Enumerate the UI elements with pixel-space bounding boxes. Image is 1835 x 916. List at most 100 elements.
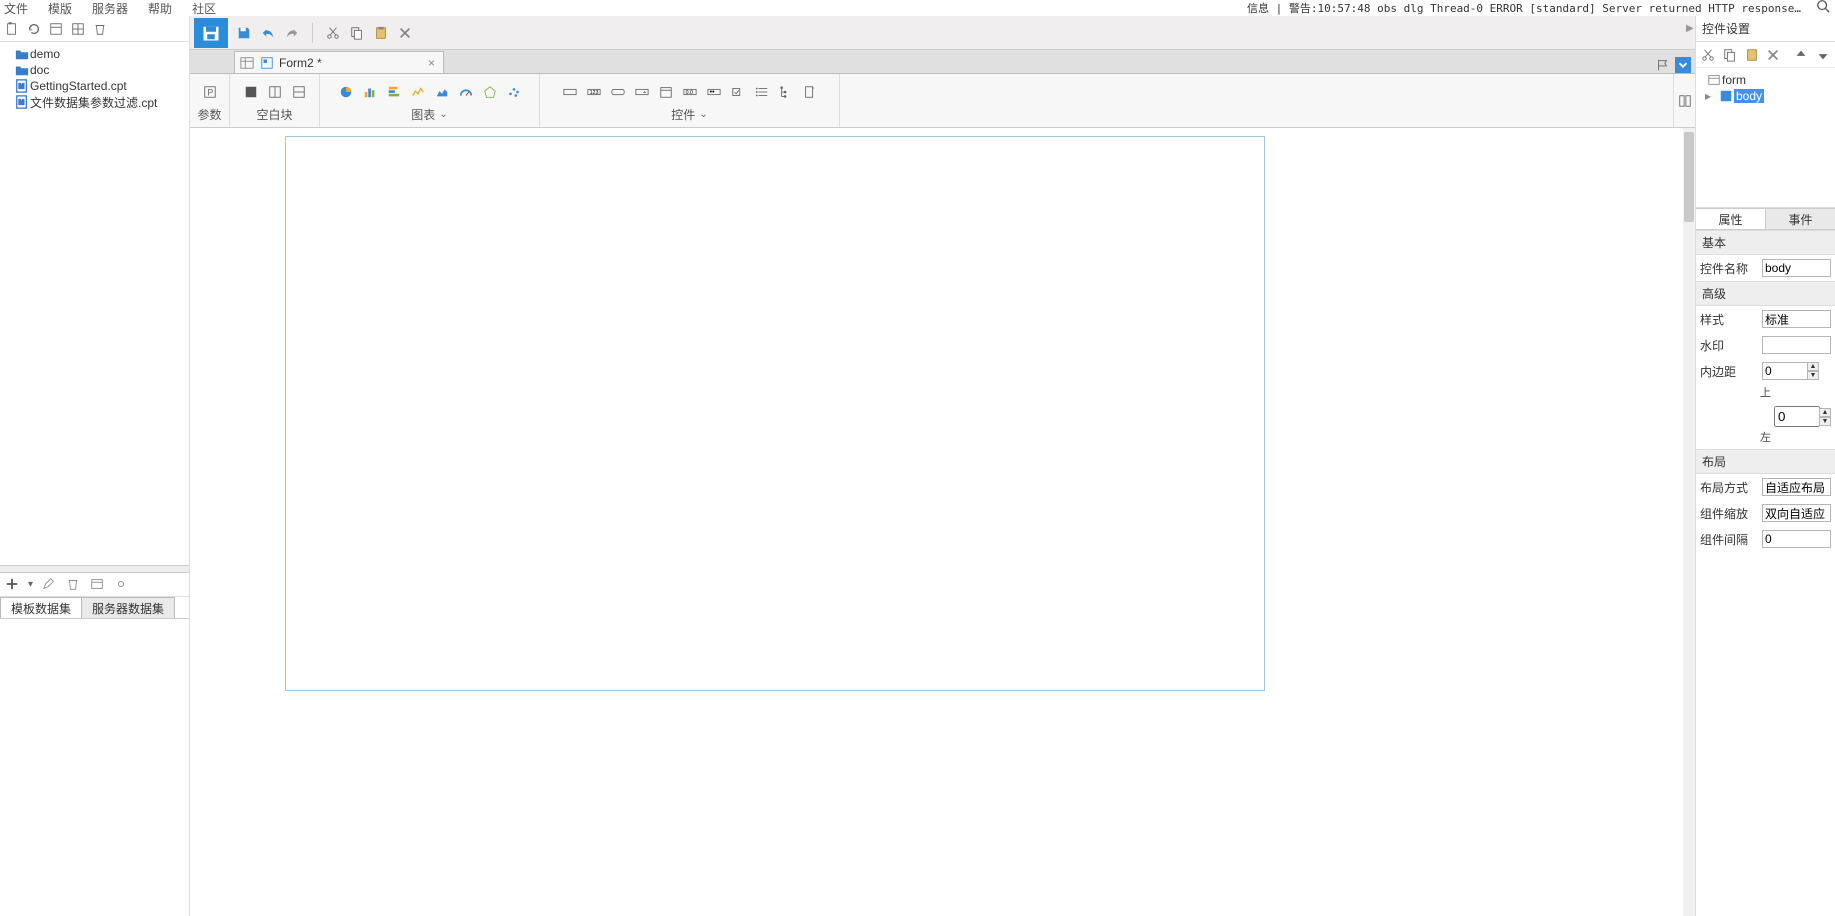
- r-down-icon[interactable]: [1815, 47, 1831, 63]
- tab-close-button[interactable]: ×: [424, 56, 439, 70]
- r-cut-icon[interactable]: [1700, 47, 1716, 63]
- blank-split-v-icon[interactable]: [267, 84, 283, 100]
- cut-icon[interactable]: [325, 25, 341, 41]
- document-tabstrip: Form2 * ×: [190, 50, 1695, 74]
- tree-folder-doc[interactable]: doc: [2, 62, 187, 78]
- form-body-canvas[interactable]: [285, 136, 1265, 691]
- document-tab-label: Form2 *: [279, 56, 322, 70]
- chart-more-icon[interactable]: ⌄: [439, 109, 447, 120]
- copy-icon[interactable]: [349, 25, 365, 41]
- add-chevron-icon[interactable]: ▾: [28, 579, 33, 590]
- r-up-icon[interactable]: [1793, 47, 1809, 63]
- prop-padding-left-input[interactable]: [1774, 406, 1820, 427]
- section-layout: 布局: [1696, 449, 1835, 474]
- grid1-icon[interactable]: [48, 21, 64, 37]
- cpt-file-icon: M: [14, 94, 30, 110]
- blank-full-icon[interactable]: [243, 84, 259, 100]
- delete-icon[interactable]: [65, 576, 81, 592]
- prop-watermark-input[interactable]: [1762, 336, 1831, 354]
- prop-padding-top-input[interactable]: [1762, 362, 1808, 380]
- widget-more-icon[interactable]: ⌄: [699, 109, 707, 120]
- tabstrip-dropdown-icon[interactable]: [1675, 57, 1691, 73]
- date-icon[interactable]: [658, 84, 674, 100]
- prop-gap-input[interactable]: [1762, 530, 1831, 548]
- spin-up[interactable]: ▲: [1819, 408, 1831, 417]
- line-chart-icon[interactable]: [410, 84, 426, 100]
- label-icon[interactable]: 123: [586, 84, 602, 100]
- r-paste-icon[interactable]: [1744, 47, 1760, 63]
- save-icon[interactable]: [236, 25, 252, 41]
- refresh-icon[interactable]: [26, 21, 42, 37]
- button-icon[interactable]: [610, 84, 626, 100]
- file-widget-icon[interactable]: [802, 84, 818, 100]
- pie-chart-icon[interactable]: [338, 84, 354, 100]
- scatter-chart-icon[interactable]: [506, 84, 522, 100]
- spin-down[interactable]: ▼: [1819, 417, 1831, 426]
- document-tab[interactable]: Form2 * ×: [234, 51, 444, 73]
- edit-icon[interactable]: [41, 576, 57, 592]
- paste-icon[interactable]: [373, 25, 389, 41]
- hbar-chart-icon[interactable]: [386, 84, 402, 100]
- menu-template[interactable]: 模版: [48, 0, 72, 17]
- grid2-icon[interactable]: [70, 21, 86, 37]
- ribbon-side-toggle[interactable]: [1673, 74, 1695, 127]
- textbox-icon[interactable]: [562, 84, 578, 100]
- menu-server[interactable]: 服务器: [92, 0, 128, 17]
- scroll-thumb[interactable]: [1684, 132, 1694, 222]
- area-chart-icon[interactable]: [434, 84, 450, 100]
- number-icon[interactable]: 0.0: [682, 84, 698, 100]
- search-icon[interactable]: [1815, 0, 1831, 14]
- combo-icon[interactable]: [634, 84, 650, 100]
- tab-properties[interactable]: 属性: [1696, 209, 1766, 229]
- tab-server-dataset[interactable]: 服务器数据集: [81, 597, 175, 618]
- pwd-icon[interactable]: ••: [706, 84, 722, 100]
- prop-style-input[interactable]: [1762, 310, 1831, 328]
- tab-events[interactable]: 事件: [1766, 209, 1835, 229]
- list-icon[interactable]: [754, 84, 770, 100]
- split-handle[interactable]: [0, 565, 189, 573]
- trash-icon[interactable]: [92, 21, 108, 37]
- menu-file[interactable]: 文件: [4, 0, 28, 17]
- redo-icon[interactable]: [284, 25, 300, 41]
- menu-community[interactable]: 社区: [192, 0, 216, 17]
- padding-left-sublabel: 左: [1696, 429, 1835, 449]
- blank-split-h-icon[interactable]: [291, 84, 307, 100]
- spin-up[interactable]: ▲: [1807, 362, 1819, 371]
- prop-layout-input[interactable]: [1762, 478, 1831, 496]
- expand-icon[interactable]: ▸: [1698, 89, 1718, 103]
- r-delete-icon[interactable]: [1765, 47, 1781, 63]
- tabstrip-flag-icon[interactable]: [1655, 57, 1671, 73]
- ribbon-group-param[interactable]: P 参数: [190, 74, 230, 127]
- link-icon[interactable]: [113, 576, 129, 592]
- prop-name-input[interactable]: [1762, 259, 1831, 277]
- close-icon[interactable]: [397, 25, 413, 41]
- check-icon[interactable]: [730, 84, 746, 100]
- right-panel-header: ▶ 控件设置: [1696, 16, 1835, 42]
- bar-chart-icon[interactable]: [362, 84, 378, 100]
- undo-icon[interactable]: [260, 25, 276, 41]
- menu-help[interactable]: 帮助: [148, 0, 172, 17]
- new-file-icon[interactable]: [4, 21, 20, 37]
- prop-name-label: 控件名称: [1700, 260, 1756, 277]
- radar-chart-icon[interactable]: [482, 84, 498, 100]
- prop-scale-input[interactable]: [1762, 504, 1831, 522]
- big-save-button[interactable]: [194, 18, 228, 48]
- tree-file-paramfilter[interactable]: M 文件数据集参数过滤.cpt: [2, 94, 187, 110]
- tree-label: 文件数据集参数过滤.cpt: [30, 94, 157, 111]
- tree-node-body[interactable]: ▸ body: [1698, 88, 1833, 104]
- tab-template-dataset[interactable]: 模板数据集: [0, 597, 82, 618]
- r-copy-icon[interactable]: [1722, 47, 1738, 63]
- collapse-right-icon[interactable]: ▶: [1686, 23, 1694, 34]
- svg-text:M: M: [19, 84, 25, 91]
- vertical-scrollbar[interactable]: [1683, 128, 1695, 916]
- gauge-chart-icon[interactable]: [458, 84, 474, 100]
- add-icon[interactable]: [4, 576, 20, 592]
- tree-folder-demo[interactable]: demo: [2, 46, 187, 62]
- preview-icon[interactable]: [89, 576, 105, 592]
- tree-icon[interactable]: [778, 84, 794, 100]
- right-toolbar: [1696, 42, 1835, 68]
- tree-node-form[interactable]: form: [1698, 72, 1833, 88]
- tree-node-label: form: [1722, 73, 1746, 87]
- spin-down[interactable]: ▼: [1807, 371, 1819, 380]
- tree-file-gettingstarted[interactable]: M GettingStarted.cpt: [2, 78, 187, 94]
